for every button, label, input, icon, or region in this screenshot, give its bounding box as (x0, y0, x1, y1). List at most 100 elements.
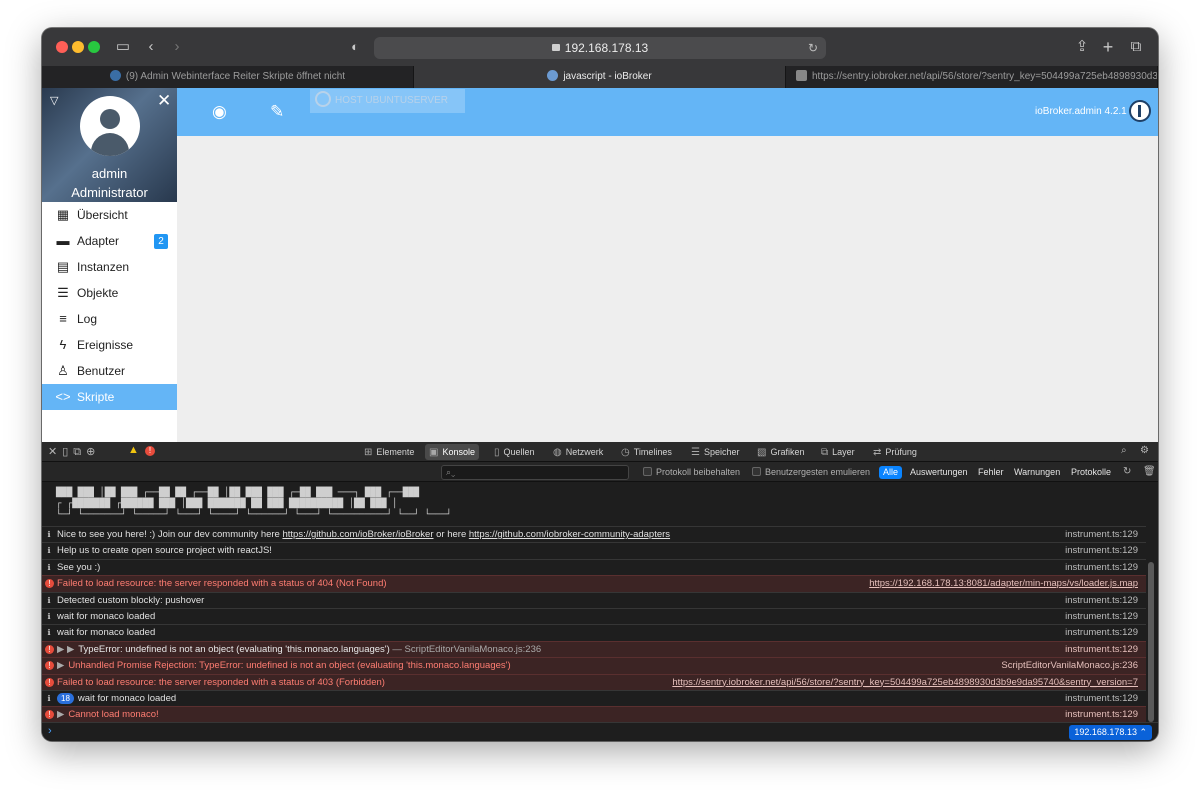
filter-alle[interactable]: Alle (879, 466, 903, 479)
sources-icon: ▯ (494, 447, 500, 458)
sidebar: ▽ ✕ admin Administrator ▦ Übersicht ▬ Adap… (42, 88, 177, 442)
error-icon[interactable]: ! (145, 446, 155, 456)
filter-warnungen[interactable]: Warnungen (1010, 466, 1064, 479)
expand-arrow-icon[interactable]: ▶ (57, 660, 64, 671)
reload-icon[interactable]: ↻ (808, 37, 818, 59)
gear-icon[interactable]: ⚙ (1140, 445, 1149, 456)
sidebar-item-skripte[interactable]: <> Skripte (42, 384, 177, 410)
tab-timelines[interactable]: ◷ Timelines (617, 444, 676, 460)
inspector-window-controls[interactable]: ✕▯⧉⊕ (48, 445, 100, 459)
tab-konsole[interactable]: ▣ Konsole (425, 444, 479, 460)
filter-auswertungen[interactable]: Auswertungen (906, 466, 972, 479)
iobroker-logo (1129, 100, 1151, 122)
sidebar-item-label: Übersicht (77, 208, 128, 222)
grid-icon: ▦ (56, 207, 70, 222)
tab-pruefung[interactable]: ⇄ Prüfung (869, 444, 921, 460)
log-source[interactable]: instrument.ts:129 (1057, 527, 1138, 542)
tab-netzwerk[interactable]: ◍ Netzwerk (549, 444, 607, 460)
console-prompt[interactable]: › 192.168.178.13 ⌃ (42, 722, 1158, 741)
tab-speicher[interactable]: ☰ Speicher (687, 444, 744, 460)
forward-icon[interactable]: › (170, 37, 184, 57)
close-drawer-icon[interactable]: ✕ (157, 91, 171, 111)
log-source[interactable]: instrument.ts:129 (1057, 609, 1138, 624)
sidebar-item-uebersicht[interactable]: ▦ Übersicht (42, 202, 177, 228)
address-bar[interactable]: 192.168.178.13 ↻ (374, 37, 826, 59)
new-tab-icon[interactable]: + (1100, 37, 1116, 57)
sidebar-item-benutzer[interactable]: ♙ Benutzer (42, 358, 177, 384)
log-text: Failed to load resource: the server resp… (57, 676, 385, 688)
log-source[interactable]: ScriptEditorVanilaMonaco.js:236 (993, 658, 1138, 674)
title-bar: ▭ ‹ › ◐ 192.168.178.13 ↻ ⇪ + ⧉ (42, 28, 1158, 66)
sidebar-item-instanzen[interactable]: ▤ Instanzen (42, 254, 177, 280)
console-row[interactable]: ℹ wait for monaco loaded instrument.ts:129 (42, 624, 1146, 640)
sidebar-item-adapter[interactable]: ▬ Adapter 2 (42, 228, 177, 254)
console-filter-input[interactable]: ⌕⌄ (441, 465, 629, 480)
log-source[interactable]: https://sentry.iobroker.net/api/56/store… (664, 674, 1138, 690)
trash-icon[interactable]: 🗑 (1143, 466, 1156, 477)
zoom-window-button[interactable] (88, 41, 100, 53)
console-row[interactable]: ℹ Nice to see you here! :) Join our dev c… (42, 526, 1146, 542)
wrench-icon[interactable]: ✎ (270, 102, 284, 122)
console-scrollbar[interactable] (1148, 562, 1154, 722)
browser-tab-sentry[interactable]: https://sentry.iobroker.net/api/56/store… (786, 66, 1158, 88)
log-source[interactable]: instrument.ts:129 (1057, 560, 1138, 575)
console-error-row[interactable]: ! ▶ ▶ TypeError: undefined is not an objec… (42, 640, 1146, 658)
tab-label: Elemente (376, 447, 415, 457)
sidebar-item-ereignisse[interactable]: ϟ Ereignisse (42, 332, 177, 358)
checkbox-label: Protokoll beibehalten (656, 467, 741, 477)
filter-protokolle[interactable]: Protokolle (1067, 466, 1115, 479)
elements-icon: ⊞ (364, 447, 373, 458)
log-link[interactable]: https://github.com/ioBroker/ioBroker (282, 529, 433, 540)
log-source[interactable]: instrument.ts:129 (1057, 543, 1138, 558)
inspector-tab-bar: ✕▯⧉⊕ ▲ ! ⊞ Elemente ▣ Konsole ▯ Quellen ◍ Ne… (42, 442, 1158, 462)
browser-tab-forum[interactable]: (9) Admin Webinterface Reiter Skripte öf… (42, 66, 414, 88)
console-row[interactable]: ℹ Help us to create open source project w… (42, 542, 1146, 558)
triangle-menu-icon[interactable]: ▽ (50, 94, 58, 107)
search-icon[interactable]: ⌕ (1121, 445, 1127, 456)
log-source[interactable]: instrument.ts:129 (1057, 593, 1138, 608)
refresh-icon[interactable]: ↻ (1123, 466, 1131, 477)
warning-icon[interactable]: ▲ (128, 444, 139, 456)
filter-fehler[interactable]: Fehler (974, 466, 1008, 479)
console-row[interactable]: ℹ 18 wait for monaco loaded instrument.ts:1… (42, 689, 1146, 706)
log-icon: ≡ (59, 311, 67, 326)
sidebar-toggle-icon[interactable]: ▭ (114, 37, 132, 57)
log-text: TypeError: undefined is not an object (e… (78, 643, 390, 655)
share-icon[interactable]: ⇪ (1074, 37, 1090, 57)
log-link[interactable]: https://github.com/iobroker-community-ad… (469, 529, 670, 540)
log-source[interactable]: instrument.ts:129 (1057, 625, 1138, 640)
expand-arrow-icon[interactable]: ▶ (57, 709, 64, 720)
host-selector[interactable]: HOST UBUNTUSERVER (310, 89, 465, 113)
tab-quellen[interactable]: ▯ Quellen (490, 444, 539, 460)
tab-layer[interactable]: ⧉ Layer (817, 444, 859, 460)
execution-context-selector[interactable]: 192.168.178.13 ⌃ (1069, 725, 1152, 740)
console-error-row[interactable]: ! Failed to load resource: the server res… (42, 673, 1146, 690)
console-row[interactable]: ℹ Detected custom blockly: pushover instru… (42, 591, 1146, 608)
console-error-row[interactable]: ! ▶ Unhandled Promise Rejection: TypeError… (42, 657, 1146, 674)
log-location[interactable]: — ScriptEditorVanilaMonaco.js:236 (390, 644, 541, 655)
sidebar-item-log[interactable]: ≡ Log (42, 306, 177, 332)
console-row[interactable]: ℹ wait for monaco loaded instrument.ts:129 (42, 607, 1146, 624)
preserve-log-checkbox[interactable]: Protokoll beibehalten (643, 465, 740, 479)
console-error-row[interactable]: ! ▶ Cannot load monaco! instrument.ts:129 (42, 706, 1146, 722)
close-window-button[interactable] (56, 41, 68, 53)
log-source[interactable]: instrument.ts:129 (1057, 641, 1138, 658)
console-row[interactable]: ℹ See you :) instrument.ts:129 (42, 558, 1146, 575)
tab-elemente[interactable]: ⊞ Elemente (360, 444, 418, 460)
expand-arrow-icon[interactable]: ▶ ▶ (57, 644, 74, 655)
emulate-gesture-checkbox[interactable]: Benutzergesten emulieren (752, 465, 870, 479)
minimize-window-button[interactable] (72, 41, 84, 53)
console-error-row[interactable]: ! Failed to load resource: the server res… (42, 575, 1146, 592)
eye-icon[interactable]: ◉ (212, 102, 227, 122)
back-icon[interactable]: ‹ (144, 37, 158, 57)
sidebar-item-objekte[interactable]: ☰ Objekte (42, 280, 177, 306)
log-text: Failed to load resource: the server resp… (57, 578, 387, 590)
tab-grafiken[interactable]: ▧ Grafiken (753, 444, 808, 460)
log-source[interactable]: instrument.ts:129 (1057, 707, 1138, 722)
privacy-shield-icon[interactable]: ◐ (347, 37, 363, 57)
tab-overview-icon[interactable]: ⧉ (1128, 37, 1144, 57)
browser-tab-javascript[interactable]: javascript - ioBroker (414, 66, 786, 88)
log-text: wait for monaco loaded (57, 627, 156, 639)
log-source[interactable]: instrument.ts:129 (1057, 691, 1138, 706)
log-source[interactable]: https://192.168.178.13:8081/adapter/min-… (861, 576, 1138, 592)
